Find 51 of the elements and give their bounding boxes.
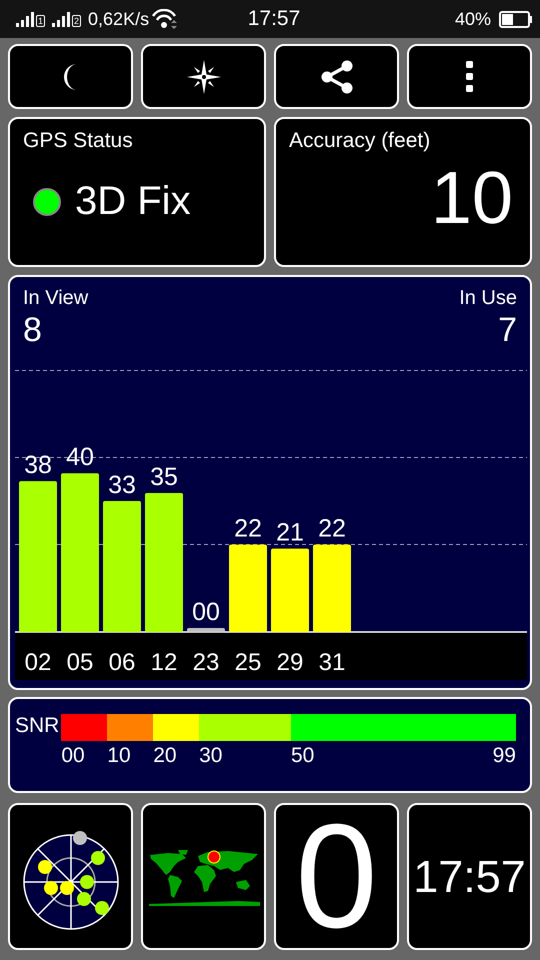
satellite-count: 0 bbox=[295, 805, 378, 948]
bar-value: 21 bbox=[276, 518, 304, 547]
menu-button[interactable] bbox=[407, 44, 532, 109]
satellite-id: 06 bbox=[108, 649, 136, 676]
bar-value: 22 bbox=[318, 514, 346, 543]
battery-icon bbox=[499, 10, 532, 28]
fix-status: 3D Fix bbox=[75, 179, 191, 224]
compass-button[interactable] bbox=[141, 44, 266, 109]
in-view-label: In View bbox=[23, 287, 88, 310]
satellite-id: 29 bbox=[276, 649, 304, 676]
accuracy-value: 10 bbox=[430, 161, 514, 235]
bar-value: 00 bbox=[192, 598, 220, 626]
sim-badge: 1 bbox=[36, 14, 46, 26]
scale-value: 99 bbox=[492, 744, 516, 768]
battery-percent: 40% bbox=[454, 8, 491, 30]
in-use-count: 7 bbox=[498, 310, 517, 350]
satellite-id: 05 bbox=[66, 649, 94, 676]
bar-value: 35 bbox=[150, 463, 178, 492]
scale-value: 20 bbox=[153, 744, 177, 768]
satellite-id: 12 bbox=[150, 649, 178, 676]
signal-icon bbox=[16, 12, 34, 26]
satellite-id: 31 bbox=[318, 649, 346, 676]
network-speed: 0,62K/s bbox=[88, 8, 150, 30]
compass-rose-icon bbox=[186, 60, 220, 94]
satellite-id: 25 bbox=[234, 649, 262, 676]
bar-value: 38 bbox=[24, 451, 52, 480]
scale-value: 00 bbox=[61, 744, 85, 768]
satellite-id: 23 bbox=[192, 649, 220, 676]
signal-icon bbox=[52, 12, 70, 26]
night-mode-button[interactable] bbox=[8, 44, 133, 109]
in-view-count: 8 bbox=[23, 310, 42, 350]
bar-value: 22 bbox=[234, 514, 262, 543]
sim-badge: 2 bbox=[72, 14, 82, 26]
card-title: Accuracy (feet) bbox=[289, 129, 430, 153]
snr-bar bbox=[187, 628, 225, 632]
more-icon bbox=[466, 61, 473, 92]
bar-value: 33 bbox=[108, 470, 136, 499]
clock-time: 17:57 bbox=[246, 7, 302, 31]
scale-value: 10 bbox=[107, 744, 131, 768]
moon-icon bbox=[64, 64, 77, 90]
scale-value: 30 bbox=[199, 744, 222, 768]
in-use-label: In Use bbox=[459, 287, 517, 310]
bar-value: 40 bbox=[66, 443, 94, 472]
satellite-id: 02 bbox=[24, 649, 52, 676]
share-icon bbox=[320, 60, 354, 94]
clock-time: 17:57 bbox=[413, 850, 526, 902]
scale-value: 50 bbox=[290, 744, 314, 768]
snr-label: SNR bbox=[15, 714, 60, 738]
share-button[interactable] bbox=[274, 44, 399, 109]
card-title: GPS Status bbox=[23, 129, 133, 153]
wifi-icon bbox=[152, 8, 178, 30]
